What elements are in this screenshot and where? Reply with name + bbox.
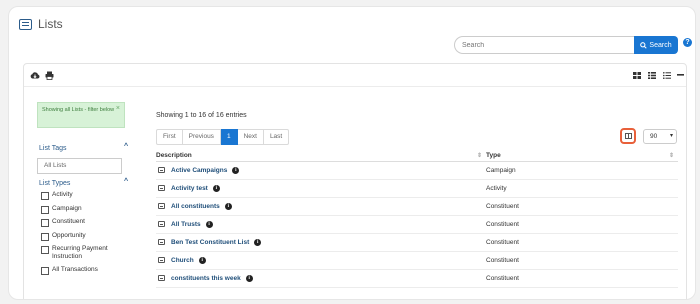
row-type: Constituent [486, 197, 678, 216]
info-icon[interactable]: i [224, 202, 232, 210]
list-types-label: List Types [39, 180, 71, 187]
table-row[interactable]: All Trusts i Constituent [156, 215, 678, 234]
list-view-icon[interactable] [663, 72, 671, 79]
type-option-activity[interactable]: Activity [41, 191, 119, 205]
list-tags-label: List Tags [39, 145, 67, 152]
table-row[interactable]: Church i Constituent [156, 251, 678, 270]
row-link[interactable]: constituents this week [171, 275, 241, 282]
list-icon [158, 275, 165, 282]
chevron-down-icon: ▾ [669, 133, 673, 139]
list-icon [158, 239, 165, 246]
list-types-options: Activity Campaign Constituent Opportunit… [41, 191, 119, 280]
checkbox[interactable] [41, 246, 49, 254]
checkbox[interactable] [41, 192, 49, 200]
table-view-icon[interactable] [648, 72, 656, 79]
row-link[interactable]: Active Campaigns [171, 167, 227, 174]
close-icon[interactable]: × [116, 105, 120, 113]
row-link[interactable]: Ben Test Constituent List [171, 239, 249, 246]
chevron-up-icon[interactable]: ^ [124, 178, 128, 185]
row-link[interactable]: All Trusts [171, 221, 201, 228]
filter-notice-text: Showing all Lists - filter below [42, 107, 115, 113]
info-icon[interactable]: i [254, 238, 262, 246]
sort-icon: ⇕ [476, 152, 482, 159]
search-input[interactable] [454, 36, 634, 54]
grid-view-icon[interactable] [633, 72, 641, 79]
pagination-last[interactable]: Last [263, 129, 290, 145]
type-option-recurring-payment[interactable]: Recurring Payment Instruction [41, 245, 119, 266]
pagination-previous[interactable]: Previous [182, 129, 221, 145]
table-row[interactable]: Ben Test Constituent List i Constituent [156, 233, 678, 252]
checkbox[interactable] [41, 205, 49, 214]
checkbox[interactable] [41, 267, 49, 275]
checkbox[interactable] [41, 219, 49, 227]
filter-notice: Showing all Lists - filter below × [37, 102, 125, 128]
cloud-download-icon[interactable] [30, 71, 40, 80]
list-icon [158, 257, 165, 264]
pagination-first[interactable]: First [156, 129, 183, 145]
info-icon[interactable]: i [245, 274, 253, 282]
table-row[interactable]: Activity test i Activity [156, 179, 678, 198]
info-icon[interactable]: i [212, 184, 220, 192]
table-row[interactable]: constituents this week i Constituent [156, 269, 678, 288]
checkbox[interactable] [41, 232, 49, 241]
table-info: Showing 1 to 16 of 16 entries [156, 112, 247, 119]
page-title: Lists [38, 17, 63, 31]
row-type: Constituent [486, 269, 678, 288]
row-type: Activity [486, 179, 678, 198]
list-icon [158, 167, 165, 174]
info-icon[interactable]: i [205, 220, 213, 228]
pagination-next[interactable]: Next [237, 129, 264, 145]
list-icon [158, 203, 165, 210]
list-icon [19, 18, 32, 30]
list-tags-input[interactable]: All Lists [37, 158, 122, 174]
search-button[interactable]: Search [634, 36, 678, 54]
column-toggle-button[interactable] [620, 128, 636, 144]
table-header-row: Description ⇕ Type ⇕ [156, 149, 678, 162]
table-row[interactable]: All constituents i Constituent [156, 197, 678, 216]
lists-card: Showing all Lists - filter below × List … [23, 63, 687, 299]
search-button-label: Search [649, 41, 672, 49]
column-header-type[interactable]: Type ⇕ [486, 149, 678, 162]
info-icon[interactable]: i [198, 256, 206, 264]
card-toolbar [24, 64, 686, 87]
table-row[interactable]: Active Campaigns i Campaign [156, 161, 678, 180]
row-type: Constituent [486, 215, 678, 234]
row-type: Constituent [486, 251, 678, 270]
collapse-icon[interactable] [677, 74, 684, 76]
page-header: Lists [19, 17, 63, 31]
row-link[interactable]: Church [171, 257, 194, 264]
row-type: Campaign [486, 161, 678, 180]
type-option-opportunity[interactable]: Opportunity [41, 232, 119, 246]
list-icon [158, 221, 165, 228]
page-size-value: 90 [650, 133, 658, 140]
type-option-campaign[interactable]: Campaign [41, 205, 119, 219]
info-icon[interactable]: i [232, 166, 240, 174]
search-icon [640, 41, 648, 49]
type-option-all-transactions[interactable]: All Transactions [41, 266, 119, 280]
row-link[interactable]: Activity test [171, 185, 208, 192]
pagination-page-1[interactable]: 1 [220, 129, 238, 145]
type-option-constituent[interactable]: Constituent [41, 218, 119, 232]
row-link[interactable]: All constituents [171, 203, 220, 210]
help-icon[interactable]: ? [683, 38, 692, 47]
search-bar: Search [454, 36, 689, 54]
sort-icon: ⇕ [668, 152, 674, 159]
page-panel: Lists Search ? [8, 6, 696, 300]
column-header-description[interactable]: Description ⇕ [156, 149, 486, 162]
columns-icon [624, 133, 632, 139]
pagination: First Previous 1 Next Last [156, 129, 290, 145]
chevron-up-icon[interactable]: ^ [124, 143, 128, 150]
page-size-select[interactable]: 90 ▾ [643, 129, 677, 144]
print-icon[interactable] [45, 71, 54, 80]
list-icon [158, 185, 165, 192]
row-type: Constituent [486, 233, 678, 252]
lists-table: Description ⇕ Type ⇕ Active Campaigns i Cam… [156, 149, 678, 288]
